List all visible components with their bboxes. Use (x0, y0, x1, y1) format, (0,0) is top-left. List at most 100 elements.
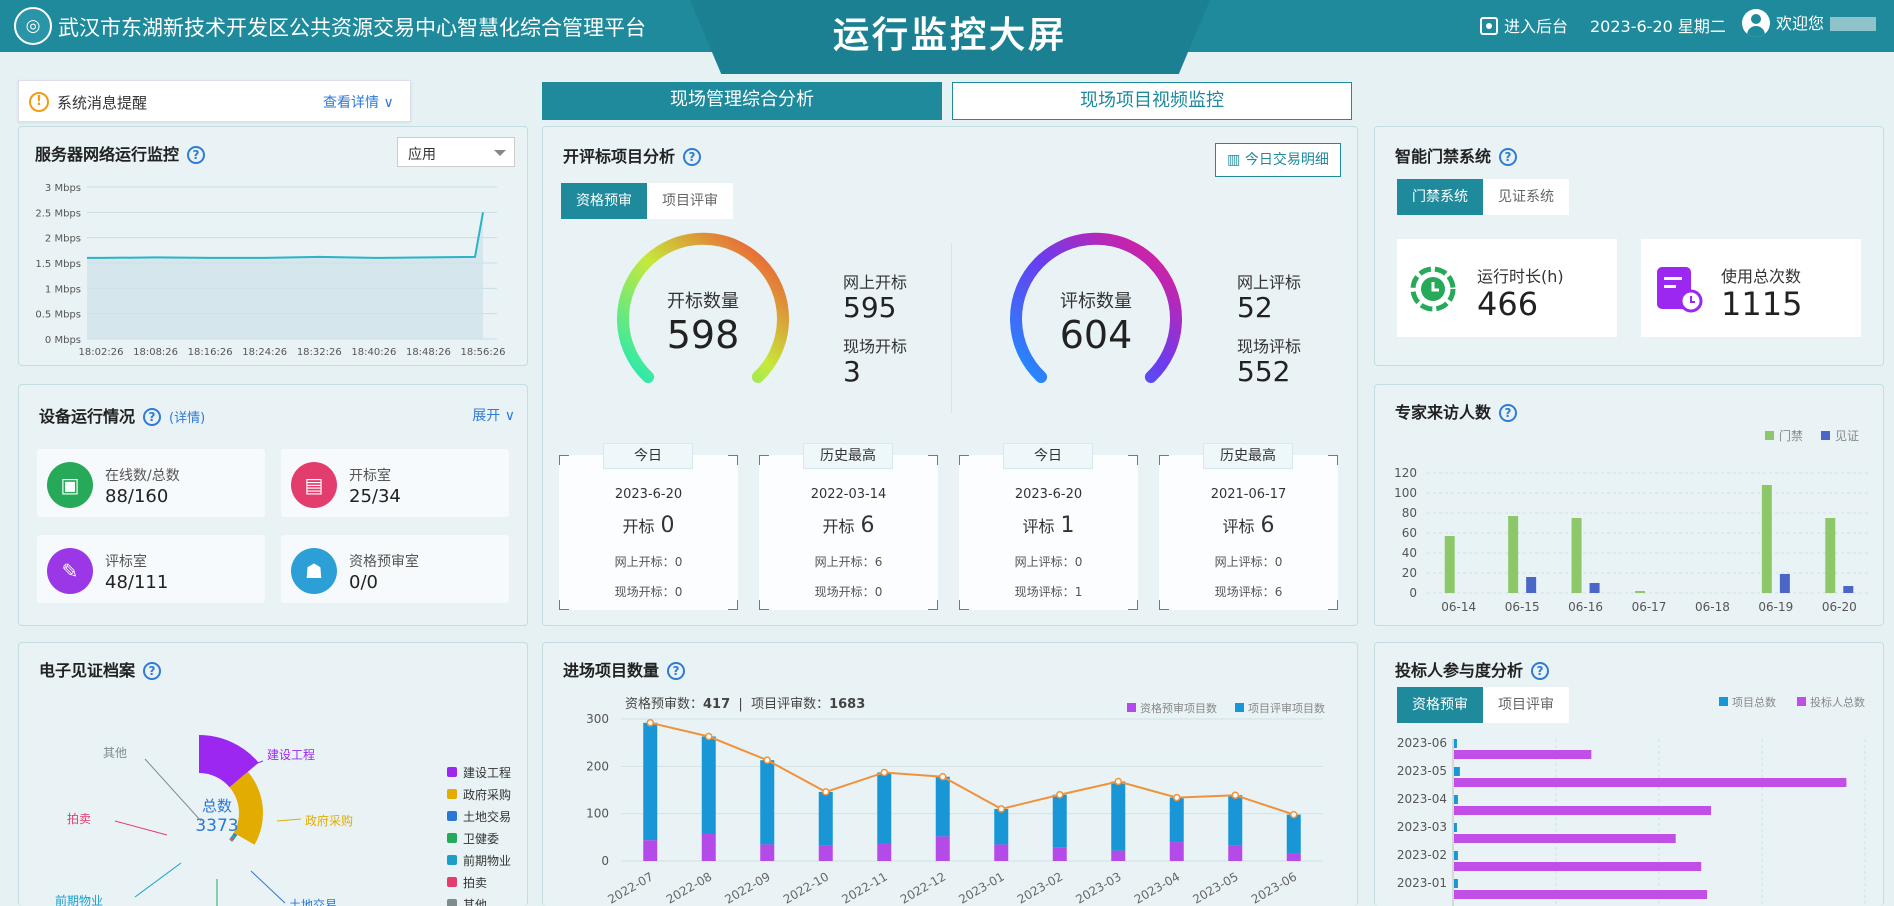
tab-review[interactable]: 项目评审 (647, 183, 733, 219)
tab-site-analysis[interactable]: 现场管理综合分析 (542, 82, 942, 120)
device-value: 48/111 (105, 572, 169, 593)
view-details-link[interactable]: 查看详情 ∨ (323, 92, 394, 112)
devices-detail-link[interactable]: (详情) (169, 411, 205, 426)
corner-decoration (959, 600, 969, 610)
stat-line-label: 现场评标： (1214, 585, 1275, 599)
experts-title: 专家来访人数? (1395, 399, 1518, 423)
stat-line-label: 网上评标： (1214, 555, 1275, 569)
legend-swatch (447, 767, 457, 777)
help-icon[interactable]: ? (683, 148, 702, 166)
help-icon[interactable]: ? (1499, 404, 1518, 422)
y-tick-label: 120 (1394, 466, 1417, 480)
device-open-room[interactable]: ▤ 开标室 25/34 (281, 449, 509, 517)
help-icon[interactable]: ? (1531, 662, 1550, 680)
legend-label: 项目总数 (1732, 695, 1776, 709)
server-title-text: 服务器网络运行监控 (35, 145, 180, 164)
stat-line-value: 0 (874, 585, 883, 599)
y-tick-label: 20 (1402, 566, 1417, 580)
help-icon[interactable]: ? (143, 408, 162, 426)
open-gauge-label: 开标数量 (667, 291, 739, 312)
bar (1454, 750, 1592, 759)
tab-door-system[interactable]: 门禁系统 (1397, 179, 1483, 215)
stat-tag: 今日 (603, 443, 693, 469)
stat-main-value: 6 (1260, 513, 1275, 538)
device-eval-room[interactable]: ✎ 评标室 48/111 (37, 535, 265, 603)
bar (1589, 583, 1600, 593)
today-detail-button[interactable]: ▥ 今日交易明细 (1215, 143, 1341, 177)
corner-decoration (928, 600, 938, 610)
bar-segment (1169, 797, 1184, 843)
bar-segment (643, 722, 658, 841)
leader-line (144, 758, 202, 822)
x-tick-label: 18:32:26 (297, 347, 342, 358)
enter-backend-link[interactable]: 进入后台 (1480, 13, 1568, 37)
corner-decoration (959, 455, 969, 465)
bar-segment (877, 772, 892, 844)
legend-swatch (447, 899, 457, 906)
device-online[interactable]: ▣ 在线数/总数 88/160 (37, 449, 265, 517)
bar-segment (994, 808, 1009, 845)
slice-label: 政府采购 (305, 813, 353, 828)
stat-line-label: 现场开标： (814, 585, 875, 599)
help-icon[interactable]: ? (187, 146, 206, 164)
stat-line-2: 现场开标：0 (759, 583, 938, 600)
line-point (1056, 790, 1064, 799)
y-tick-label: 0 (601, 854, 609, 868)
devices-title: 设备运行情况? (详情) (39, 403, 205, 427)
avatar (1742, 9, 1770, 37)
uses-card: 使用总次数 1115 (1641, 239, 1861, 337)
stat-date: 2021-06-17 (1210, 487, 1287, 502)
tab-video-monitor[interactable]: 现场项目视频监控 (952, 82, 1352, 120)
y-tick-label: 2023-02 (1397, 848, 1447, 862)
legend-swatch (1719, 697, 1728, 706)
stat-main-label: 评标 (1022, 517, 1055, 536)
bar-segment (760, 760, 775, 845)
device-prequal-room[interactable]: ☗ 资格预审室 0/0 (281, 535, 509, 603)
server-select[interactable]: 应用 (397, 137, 515, 167)
uses-label: 使用总次数 (1721, 267, 1802, 286)
device-label: 评标室 (105, 554, 147, 570)
bar-segment (935, 776, 950, 837)
corner-decoration (1128, 455, 1138, 465)
user-menu[interactable]: 欢迎您 (1742, 9, 1877, 37)
stat-card: 今日 2023-6-20 评标 1 网上评标：0 现场评标：1 (959, 443, 1138, 610)
x-tick-label: 2023-04 (1132, 869, 1182, 906)
corner-decoration (928, 455, 938, 465)
bidders-title: 投标人参与度分析? (1395, 657, 1550, 681)
line-point (822, 788, 830, 796)
tab-witness-system[interactable]: 见证系统 (1483, 179, 1569, 215)
entry-bar-chart: 资格预审项目数 项目评审项目数01002003002022-07 2022-08 20… (586, 701, 1325, 906)
entry-title-text: 进场项目数量 (563, 661, 660, 680)
clock-icon (1410, 266, 1456, 312)
line-point (880, 768, 888, 777)
x-tick-label: 2023-01 (956, 869, 1006, 906)
uses-value: 1115 (1721, 285, 1803, 323)
y-tick-label: 200 (586, 759, 609, 773)
help-icon[interactable]: ? (143, 662, 162, 680)
slice-label: 其他 (103, 746, 127, 760)
corner-decoration (559, 455, 569, 465)
server-monitor-panel: 服务器网络运行监控? 应用 3 Mbps 2.5 Mbps 2 Mbps 1.5 Mb… (18, 126, 528, 366)
slice-label: 前期物业 (55, 893, 103, 906)
corner-decoration (559, 600, 569, 610)
bar (1454, 851, 1458, 860)
bar (1454, 778, 1847, 787)
stat-line-value: 0 (674, 555, 683, 569)
x-tick-label: 18:16:26 (188, 347, 233, 358)
bar (1444, 536, 1455, 593)
line-point (763, 756, 771, 764)
help-icon[interactable]: ? (667, 662, 686, 680)
y-tick-label: 100 (586, 807, 609, 821)
legend-label: 门禁 (1779, 428, 1803, 443)
online-eval-value: 52 (1237, 291, 1273, 324)
help-icon[interactable]: ? (1499, 148, 1518, 166)
leader-line (250, 870, 286, 904)
corner-decoration (1328, 455, 1338, 465)
bar (1779, 574, 1790, 593)
bar-segment (1286, 853, 1301, 861)
tab-prequal[interactable]: 资格预审 (561, 183, 647, 219)
expand-link[interactable]: 展开 ∨ (472, 405, 515, 425)
line-area (87, 212, 483, 339)
select-value: 应用 (408, 147, 436, 163)
site-eval-label: 现场评标 (1237, 337, 1302, 356)
